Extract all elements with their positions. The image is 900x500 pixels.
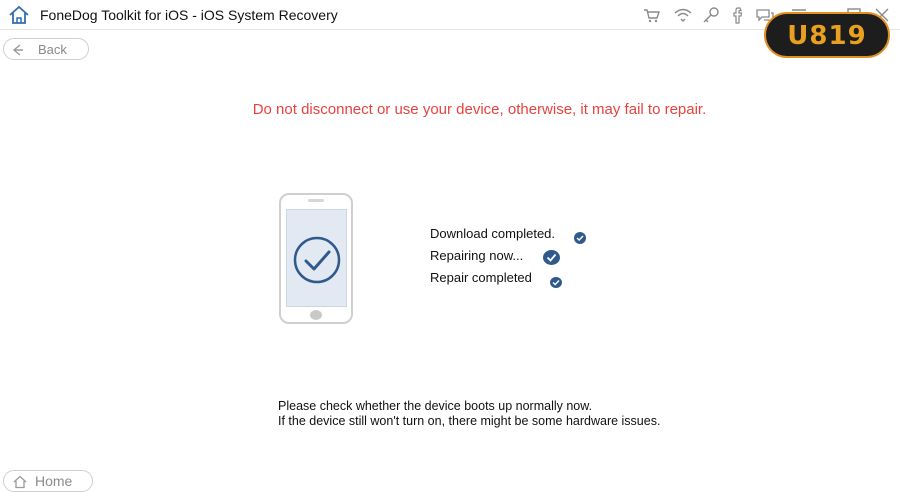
check-icon	[574, 231, 586, 244]
success-check-icon	[293, 236, 341, 284]
back-button[interactable]: Back	[3, 38, 89, 60]
phone-speaker	[308, 199, 324, 202]
cart-icon[interactable]	[640, 4, 662, 26]
step-repair-completed: Repair completed	[430, 270, 532, 285]
badge-text: U819	[787, 21, 867, 51]
home-outline-icon	[13, 475, 27, 489]
home-button[interactable]: Home	[3, 470, 93, 492]
check-icon	[550, 275, 562, 288]
check-icon	[543, 250, 560, 265]
phone-screen	[286, 209, 347, 307]
back-arrow-icon	[12, 44, 23, 56]
home-button-label: Home	[35, 473, 73, 489]
app-title: FoneDog Toolkit for iOS - iOS System Rec…	[40, 7, 338, 23]
step-download: Download completed.	[430, 226, 556, 241]
info-message: Please check whether the device boots up…	[278, 399, 660, 429]
key-icon[interactable]	[700, 4, 722, 26]
phone-home-button	[310, 310, 322, 320]
watermark-badge: U819	[764, 12, 890, 58]
facebook-icon[interactable]	[727, 4, 749, 26]
info-line-1: Please check whether the device boots up…	[278, 399, 593, 413]
phone-illustration	[279, 193, 353, 324]
warning-message: Do not disconnect or use your device, ot…	[252, 101, 707, 118]
home-icon[interactable]	[8, 5, 30, 25]
back-button-label: Back	[38, 42, 67, 57]
info-line-2: If the device still won't turn on, there…	[278, 414, 661, 428]
wifi-icon[interactable]	[672, 4, 694, 26]
step-repairing: Repairing now...	[430, 248, 524, 263]
